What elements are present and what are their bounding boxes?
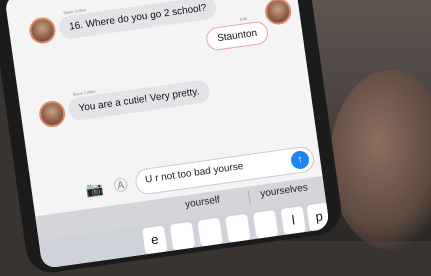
suggestion-divider	[247, 190, 251, 205]
message-text: You are a cutie! Very pretty.	[77, 86, 201, 115]
message-bubble-incoming[interactable]: You are a cutie! Very pretty.	[67, 79, 211, 122]
avatar[interactable]	[27, 15, 58, 46]
suggestion-item[interactable]: yourselves	[260, 182, 309, 200]
key-e[interactable]: e	[142, 225, 168, 255]
draft-text: U r not too bad yourse	[144, 160, 245, 186]
send-button[interactable]: ↑	[289, 149, 311, 171]
phone-device: Steve Coffen 16. Where do you go 2 schoo…	[0, 0, 345, 276]
messages-screen: Steve Coffen 16. Where do you go 2 schoo…	[4, 0, 330, 269]
avatar[interactable]	[263, 0, 293, 27]
message-bubble-outgoing[interactable]: Staunton	[204, 20, 270, 52]
key[interactable]	[197, 217, 223, 247]
key-l[interactable]: l	[280, 206, 307, 235]
key-p[interactable]: p	[306, 202, 330, 232]
avatar[interactable]	[37, 99, 67, 129]
message-text: 16. Where do you go 2 school?	[68, 2, 208, 33]
camera-icon[interactable]: 📷	[85, 180, 105, 199]
key[interactable]	[252, 209, 279, 239]
key[interactable]	[225, 213, 251, 243]
sender-name: KIM	[239, 15, 248, 22]
message-text: Staunton	[216, 27, 258, 45]
app-store-icon[interactable]: Ⓐ	[112, 174, 129, 196]
message-bubble-incoming[interactable]: 16. Where do you go 2 school?	[57, 0, 218, 41]
suggestion-item[interactable]: yourself	[184, 195, 220, 211]
key[interactable]	[169, 221, 196, 251]
